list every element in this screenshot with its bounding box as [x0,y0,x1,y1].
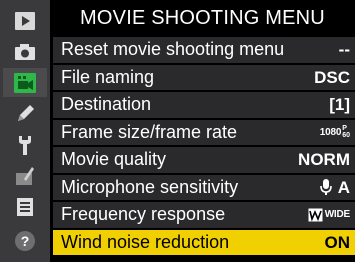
movie-icon [13,72,37,94]
movie-shooting-menu-tab[interactable] [3,68,47,97]
page-title: MOVIE SHOOTING MENU [80,7,325,29]
menu-item-value: A [319,175,350,201]
menu-item-value: NORM [298,150,350,169]
retouch-menu-tab[interactable] [3,161,47,190]
svg-text:?: ? [21,233,30,249]
menu-item-label: Wind noise reduction [61,231,230,252]
scan-type-value: P [342,125,347,133]
menu-item-value: DSC [314,67,350,87]
menu-item-label: Frame size/frame rate [61,121,238,142]
wrench-icon [14,133,36,157]
my-menu-tab[interactable] [3,192,47,221]
menu-item-label: Destination [61,94,152,114]
playback-menu-tab[interactable] [3,6,47,35]
movie-shooting-menu-screen: ? MOVIE SHOOTING MENU Reset movie shooti… [0,0,355,262]
photo-shooting-menu-tab[interactable] [3,37,47,66]
menu-item-wind-noise-reduction[interactable]: Wind noise reduction ON [53,229,355,255]
pencil-icon [14,103,36,125]
setup-menu-tab[interactable] [3,130,47,159]
menu-item-frame-size-frame-rate[interactable]: Frame size/frame rate 1080 P 60 [53,119,355,146]
menu-tab-rail: ? [0,0,50,262]
menu-item-label: Reset movie shooting menu [61,39,285,59]
menu-list: Reset movie shooting menu -- File naming… [53,37,355,257]
menu-item-label: Movie quality [61,149,167,169]
menu-item-value: [1] [329,95,350,114]
menu-item-movie-quality[interactable]: Movie quality NORM [53,147,355,173]
help-button[interactable]: ? [3,226,47,255]
frame-rate-value: 60 [342,132,350,140]
camera-icon [13,42,37,62]
retouch-icon [14,165,36,187]
frequency-response-icon [308,208,323,222]
menu-item-value: WIDE [308,202,350,228]
menu-item-label: Microphone sensitivity [61,176,239,197]
menu-item-reset-movie-shooting-menu[interactable]: Reset movie shooting menu -- [53,37,355,63]
help-icon: ? [14,230,36,252]
menu-item-frequency-response[interactable]: Frequency response WIDE [53,202,355,228]
menu-item-value: -- [338,40,350,59]
frame-size-value: 1080 [319,126,342,138]
my-menu-icon [14,196,36,218]
menu-item-label: Frequency response [61,204,226,224]
menu-item-microphone-sensitivity[interactable]: Microphone sensitivity A [53,174,355,201]
menu-item-destination[interactable]: Destination [1] [53,92,355,118]
menu-item-value: 1080 P 60 [320,120,350,146]
custom-settings-menu-tab[interactable] [3,99,47,128]
playback-icon [14,11,36,31]
menu-item-value: ON [324,232,351,252]
menu-item-label: File naming [61,66,155,87]
microphone-icon [319,178,332,196]
menu-item-file-naming[interactable]: File naming DSC [53,64,355,90]
